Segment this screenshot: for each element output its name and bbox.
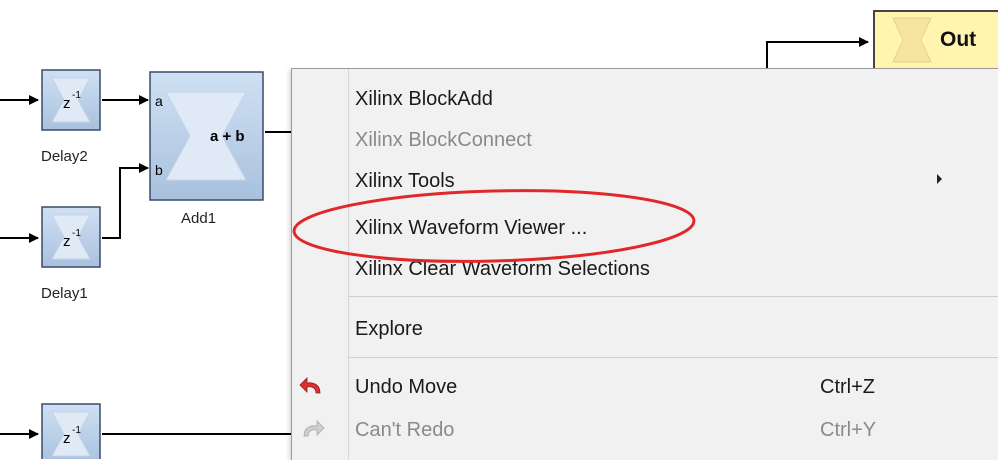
- delay3-symbol: z: [63, 430, 71, 447]
- undo-icon: [299, 377, 321, 394]
- output-block[interactable]: Out: [873, 10, 998, 70]
- add1-port-a: a: [155, 93, 163, 109]
- delay2-exponent: -1: [72, 90, 81, 101]
- menu-item-xilinx-blockconnect: Xilinx BlockConnect: [292, 120, 998, 160]
- menu-item-label: Xilinx Clear Waveform Selections: [355, 258, 650, 280]
- menu-item-label: Xilinx BlockAdd: [355, 88, 493, 110]
- add1-expression: a + b: [210, 128, 245, 145]
- context-menu: Xilinx BlockAdd Xilinx BlockConnect Xili…: [291, 68, 998, 460]
- output-block-label: Out: [940, 28, 977, 51]
- delay2-label: Delay2: [41, 148, 88, 165]
- menu-item-cant-redo: Can't Redo Ctrl+Y: [292, 410, 998, 450]
- xilinx-logo-icon: [892, 17, 932, 63]
- redo-icon: [303, 420, 325, 437]
- menu-item-explore[interactable]: Explore: [292, 309, 998, 349]
- add1-port-b: b: [155, 162, 163, 178]
- delay2-symbol: z: [63, 95, 71, 112]
- menu-item-shortcut: Ctrl+Y: [820, 419, 877, 441]
- add1-label: Add1: [181, 210, 217, 227]
- menu-item-undo-move[interactable]: Undo Move Ctrl+Z: [292, 367, 998, 407]
- menu-item-label: Can't Redo: [355, 419, 455, 441]
- menu-item-shortcut: Ctrl+Z: [820, 376, 875, 398]
- add1-block[interactable]: a b a + b: [149, 71, 264, 201]
- delay1-block[interactable]: z -1: [41, 206, 101, 268]
- delay3-exponent: -1: [72, 425, 81, 436]
- menu-item-label: Xilinx Waveform Viewer ...: [355, 217, 588, 239]
- menu-item-xilinx-tools[interactable]: Xilinx Tools: [292, 161, 998, 201]
- delay1-label: Delay1: [41, 285, 88, 302]
- delay3-block[interactable]: z -1: [41, 403, 101, 459]
- menu-separator: [349, 296, 998, 297]
- menu-item-label: Explore: [355, 318, 423, 340]
- menu-item-xilinx-waveform-viewer[interactable]: Xilinx Waveform Viewer ...: [292, 208, 998, 248]
- menu-separator: [349, 357, 998, 358]
- menu-item-xilinx-blockadd[interactable]: Xilinx BlockAdd: [292, 79, 998, 119]
- menu-item-label: Undo Move: [355, 376, 458, 398]
- menu-item-xilinx-clear-waveform-selections[interactable]: Xilinx Clear Waveform Selections: [292, 249, 998, 289]
- menu-item-label: Xilinx Tools: [355, 170, 455, 192]
- menu-item-label: Xilinx BlockConnect: [355, 129, 532, 151]
- delay1-exponent: -1: [72, 228, 81, 239]
- submenu-arrow-icon: [937, 174, 942, 184]
- delay2-block[interactable]: z -1: [41, 69, 101, 131]
- delay1-symbol: z: [63, 233, 71, 250]
